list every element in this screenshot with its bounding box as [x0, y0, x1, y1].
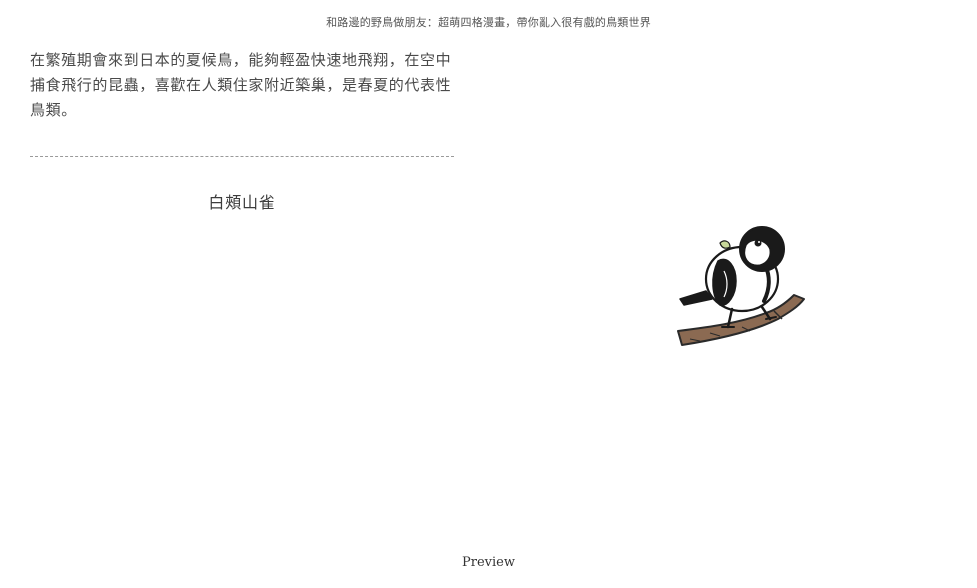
description-paragraph: 在繁殖期會來到日本的夏候鳥，能夠輕盈快速地飛翔，在空中捕食飛行的昆蟲，喜歡在人類…	[30, 51, 452, 119]
dashed-divider	[30, 156, 454, 157]
preview-label: Preview	[462, 555, 515, 570]
description-section: 在繁殖期會來到日本的夏候鳥，能夠輕盈快速地飛翔，在空中捕食飛行的昆蟲，喜歡在人類…	[30, 48, 454, 123]
bird-name-heading: 白頰山雀	[208, 193, 276, 212]
bird-on-branch-illustration	[670, 215, 815, 360]
book-title: 和路邊的野鳥做朋友：超萌四格漫畫，帶你亂入很有戲的鳥類世界	[326, 16, 651, 29]
